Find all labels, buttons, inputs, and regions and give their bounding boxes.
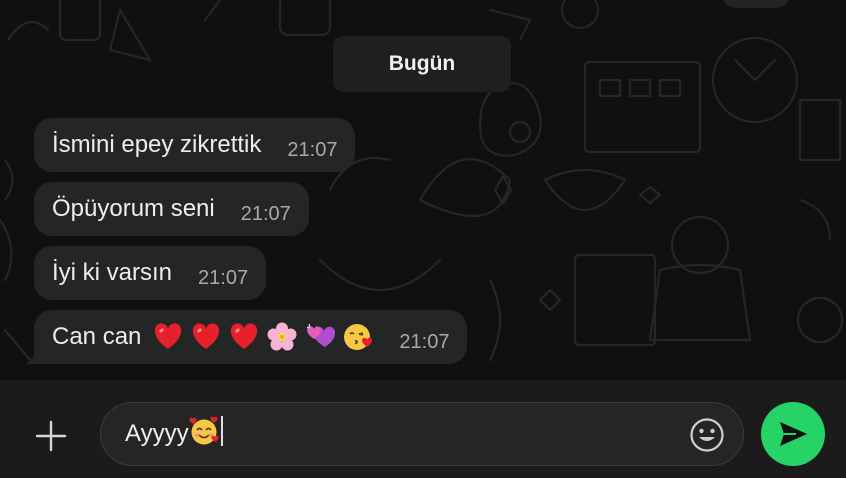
red-heart-emoji [231, 323, 258, 349]
text-caret [220, 416, 223, 446]
message-time: 21:07 [287, 138, 338, 161]
send-button[interactable] [761, 402, 825, 466]
message-input-value: Ayyyy [125, 420, 189, 447]
smiley-icon [690, 418, 724, 452]
attach-button[interactable] [30, 415, 72, 457]
plus-icon [35, 420, 67, 452]
message-bubble[interactable]: İsmini epey zikrettik 21:07 [34, 118, 356, 172]
face-blowing-kiss-emoji [344, 324, 373, 350]
message-text: İyi ki varsın [52, 259, 173, 286]
message-emojis [153, 322, 373, 352]
message-input[interactable]: Ayyyy [100, 402, 744, 466]
red-heart-emoji [155, 323, 182, 349]
message-text: Can can [52, 323, 142, 350]
message-time: 21:07 [399, 330, 450, 353]
message-bubble[interactable]: İyi ki varsın 21:07 [34, 246, 267, 300]
emoji-picker-button[interactable] [689, 417, 725, 453]
red-heart-emoji [193, 323, 220, 349]
message-composer: Ayyyy [0, 380, 846, 478]
cherry-blossom-emoji [267, 322, 297, 351]
message-time: 21:07 [198, 266, 249, 289]
smiling-face-with-hearts-emoji [189, 416, 219, 445]
date-separator: Bugün [333, 36, 511, 92]
two-hearts-emoji [307, 323, 336, 347]
send-icon [780, 422, 807, 446]
message-bubble[interactable]: Öpüyorum seni 21:07 [34, 182, 309, 236]
message-bubble[interactable]: Can can 21:07 [25, 310, 468, 364]
previous-message-bubble [722, 0, 790, 8]
message-time: 21:07 [240, 202, 291, 225]
message-text: İsmini epey zikrettik [52, 131, 262, 158]
message-text: Öpüyorum seni [52, 195, 215, 222]
chat-area: Bugün İsmini epey zikrettik 21:07 Öpüyor… [0, 0, 846, 380]
